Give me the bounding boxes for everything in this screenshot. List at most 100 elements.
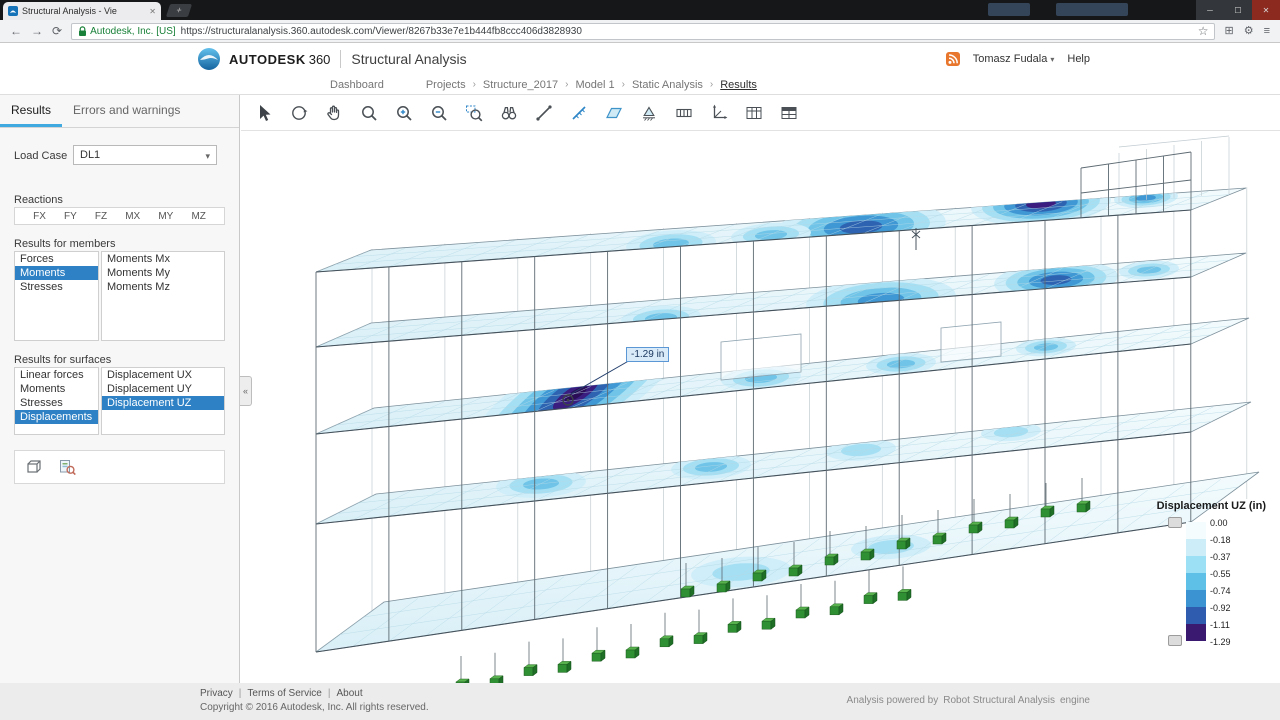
footer-link[interactable]: Terms of Service	[247, 688, 321, 699]
list-item[interactable]: Moments Mz	[102, 280, 224, 294]
list-item[interactable]: Moments	[15, 266, 98, 280]
browser-action-icons: ⊞ ⚙ ≡	[1224, 26, 1270, 37]
section-table-icon	[779, 103, 799, 123]
breadcrumb-item[interactable]: Projects	[426, 79, 466, 91]
secure-site-chip[interactable]: Autodesk, Inc. [US]	[78, 26, 176, 37]
bar-results-tool-button[interactable]	[565, 99, 592, 126]
bar-tool-button[interactable]	[530, 99, 557, 126]
tab-results[interactable]: Results	[0, 95, 62, 127]
background-window-artifact	[988, 3, 1030, 16]
new-tab-button[interactable]: +	[166, 4, 192, 17]
forward-icon[interactable]: →	[31, 25, 43, 37]
tab-errors-warnings[interactable]: Errors and warnings	[62, 95, 191, 127]
gear-icon[interactable]: ⚙	[1244, 26, 1254, 37]
load-case-value: DL1	[80, 149, 100, 161]
help-link[interactable]: Help	[1067, 53, 1090, 65]
browser-tab[interactable]: Structural Analysis - Vie ✕	[3, 2, 161, 20]
list-item[interactable]: Forces	[15, 252, 98, 266]
surfaces-section-label: Results for surfaces	[14, 354, 111, 366]
result-explorer-button[interactable]	[55, 455, 79, 479]
reaction-toggle-fy[interactable]: FY	[64, 211, 77, 222]
find-tool-button[interactable]	[495, 99, 522, 126]
section-tool-button[interactable]	[775, 99, 802, 126]
section-box-icon	[24, 457, 44, 477]
legend-handle-bottom[interactable]	[1168, 635, 1182, 646]
select-tool-button[interactable]	[250, 99, 277, 126]
section-box-button[interactable]	[22, 455, 46, 479]
model-viewport[interactable]: -1.29 in Displacement UZ (in) 0.00-0.18-…	[241, 132, 1280, 683]
list-item[interactable]: Displacement UY	[102, 382, 224, 396]
panel-collapse-handle[interactable]: «	[240, 376, 252, 406]
list-item[interactable]: Moments	[15, 382, 98, 396]
bar-icon	[534, 103, 554, 123]
back-icon[interactable]: ←	[10, 25, 22, 37]
value-tooltip: -1.29 in	[626, 347, 669, 362]
zoom-tool-button[interactable]	[355, 99, 382, 126]
footer-copyright: Copyright © 2016 Autodesk, Inc. All righ…	[200, 702, 429, 713]
breadcrumb-dashboard[interactable]: Dashboard	[330, 79, 384, 91]
zoom-in-tool-button[interactable]	[390, 99, 417, 126]
model-canvas[interactable]	[241, 132, 1280, 683]
tab-close-icon[interactable]: ✕	[149, 7, 156, 16]
brand-name: AUTODESK	[229, 52, 306, 67]
list-item[interactable]: Stresses	[15, 280, 98, 294]
brand-suffix: 360	[309, 52, 331, 67]
result-legend: Displacement UZ (in) 0.00-0.18-0.37-0.55…	[1144, 500, 1266, 665]
breadcrumb-item[interactable]: Results	[720, 79, 757, 91]
zoom-out-tool-button[interactable]	[425, 99, 452, 126]
list-item[interactable]: Moments Mx	[102, 252, 224, 266]
chevron-down-icon: ▾	[1050, 55, 1054, 64]
breadcrumb-item[interactable]: Static Analysis	[632, 79, 703, 91]
list-item[interactable]: Displacements	[15, 410, 98, 424]
padlock-icon	[78, 26, 87, 37]
legend-handle-top[interactable]	[1168, 517, 1182, 528]
result-explorer-icon	[57, 457, 77, 477]
refresh-icon[interactable]: ⟳	[52, 25, 62, 37]
axes-icon	[709, 103, 729, 123]
orbit-tool-button[interactable]	[285, 99, 312, 126]
legend-label: -0.74	[1210, 586, 1231, 596]
header-divider	[340, 50, 341, 68]
page-footer: Privacy|Terms of Service|About Copyright…	[0, 683, 1280, 720]
pan-tool-button[interactable]	[320, 99, 347, 126]
bookmark-star-icon[interactable]: ☆	[1198, 25, 1209, 37]
list-item[interactable]: Stresses	[15, 396, 98, 410]
binoculars-icon	[499, 103, 519, 123]
list-item[interactable]: Linear forces	[15, 368, 98, 382]
apps-icon[interactable]: ⊞	[1224, 26, 1233, 37]
support-tool-button[interactable]	[635, 99, 662, 126]
axes-tool-button[interactable]	[705, 99, 732, 126]
menu-icon[interactable]: ≡	[1264, 26, 1270, 37]
url-input[interactable]: Autodesk, Inc. [US] https://structuralan…	[71, 23, 1215, 40]
reaction-toggle-fz[interactable]: FZ	[95, 211, 107, 222]
load-case-select[interactable]: DL1 ▾	[73, 145, 217, 165]
window-maximize-button[interactable]: ☐	[1224, 0, 1252, 20]
breadcrumb-separator: ›	[473, 79, 476, 90]
reaction-toggle-my[interactable]: MY	[158, 211, 173, 222]
window-minimize-button[interactable]: ─	[1196, 0, 1224, 20]
reaction-toggle-mx[interactable]: MX	[125, 211, 140, 222]
legend-color-band	[1186, 573, 1206, 590]
zoom-window-tool-button[interactable]	[460, 99, 487, 126]
breadcrumb-item[interactable]: Model 1	[575, 79, 614, 91]
slab-tool-button[interactable]	[670, 99, 697, 126]
rss-feed-icon[interactable]	[946, 52, 960, 66]
reaction-toggle-fx[interactable]: FX	[33, 211, 46, 222]
reactions-label: Reactions	[14, 194, 63, 206]
list-item[interactable]: Displacement UZ	[102, 396, 224, 410]
table-tool-button[interactable]	[740, 99, 767, 126]
table-icon	[744, 103, 764, 123]
window-close-button[interactable]: ✕	[1252, 0, 1280, 20]
list-item[interactable]: Displacement UX	[102, 368, 224, 382]
breadcrumb-item[interactable]: Structure_2017	[483, 79, 558, 91]
load-case-label: Load Case	[14, 150, 67, 162]
footer-link[interactable]: Privacy	[200, 688, 233, 699]
user-name: Tomasz Fudala	[973, 53, 1048, 65]
slab-icon	[674, 103, 694, 123]
user-menu[interactable]: Tomasz Fudala ▾	[973, 53, 1055, 65]
footer-link[interactable]: About	[336, 688, 362, 699]
chevron-down-icon: ▾	[205, 147, 210, 165]
reaction-toggle-mz[interactable]: MZ	[191, 211, 205, 222]
panel-tool-button[interactable]	[600, 99, 627, 126]
list-item[interactable]: Moments My	[102, 266, 224, 280]
